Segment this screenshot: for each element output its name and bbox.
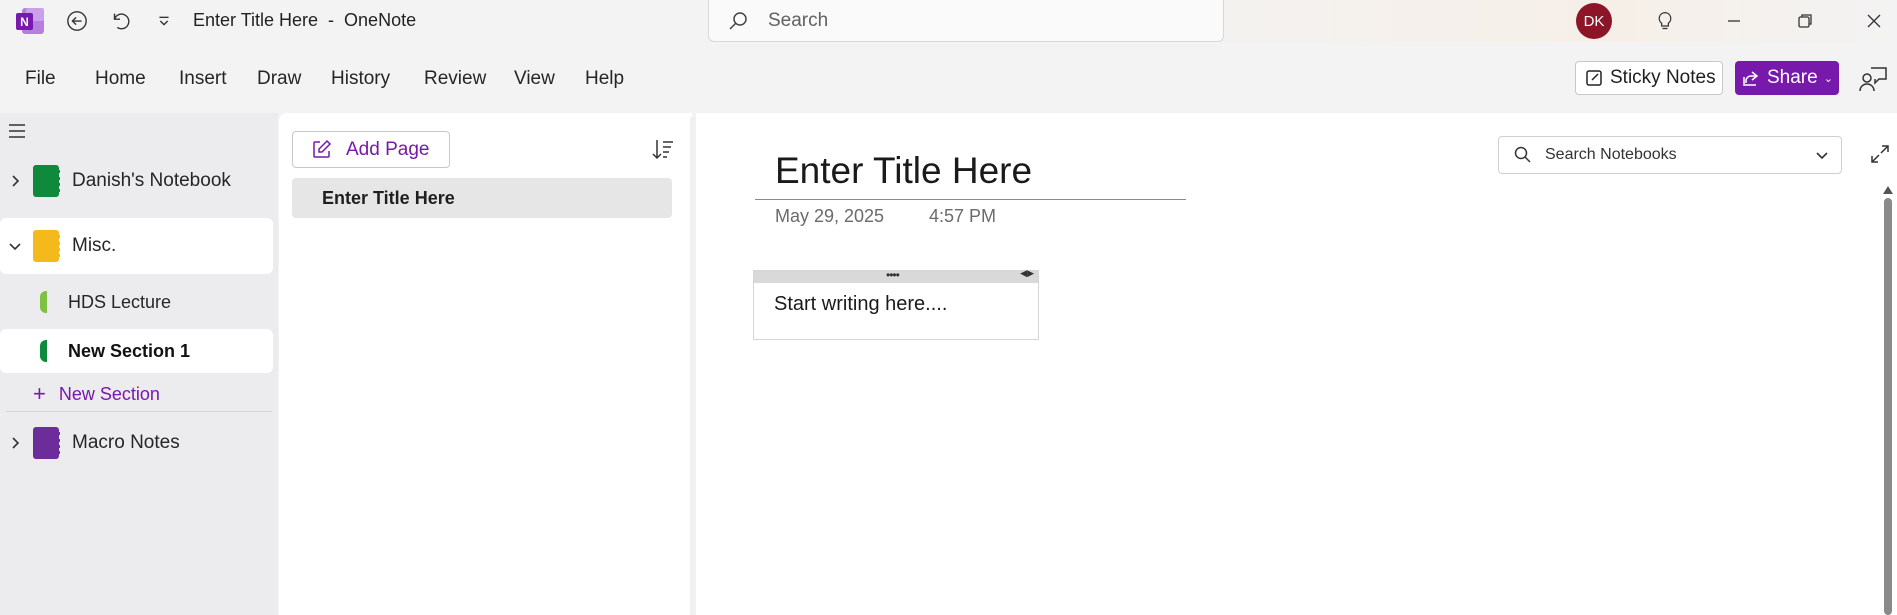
page-title[interactable]: Enter Title Here bbox=[775, 150, 1032, 192]
divider bbox=[6, 411, 272, 412]
user-avatar[interactable]: DK bbox=[1576, 3, 1612, 39]
sort-icon[interactable] bbox=[650, 136, 676, 162]
minimize-button[interactable] bbox=[1711, 0, 1757, 42]
chevron-right-icon bbox=[12, 175, 20, 187]
search-icon bbox=[729, 11, 747, 30]
menu-help[interactable]: Help bbox=[585, 68, 624, 90]
menu-review[interactable]: Review bbox=[424, 68, 486, 90]
window-title: Enter Title Here - OneNote bbox=[193, 10, 417, 30]
close-icon bbox=[1867, 14, 1881, 28]
sticky-notes-label: Sticky Notes bbox=[1610, 67, 1716, 88]
vertical-scrollbar[interactable] bbox=[1882, 186, 1894, 615]
note-container[interactable]: •••• ◀▶ Start writing here.... bbox=[753, 268, 1039, 340]
restore-icon bbox=[1798, 14, 1812, 28]
onenote-logo-icon: N bbox=[16, 8, 44, 34]
search-notebooks-field[interactable]: Search Notebooks bbox=[1498, 136, 1842, 174]
back-button[interactable] bbox=[61, 5, 93, 37]
svg-text:N: N bbox=[20, 15, 29, 29]
caret-down-icon bbox=[159, 16, 169, 26]
page-list-pane: Add Page Enter Title Here bbox=[279, 113, 692, 615]
section-color-tab bbox=[40, 291, 47, 313]
page-date: May 29, 2025 bbox=[775, 206, 885, 226]
minimize-icon bbox=[1728, 20, 1740, 22]
share-label: Share bbox=[1767, 67, 1818, 88]
customize-toolbar-button[interactable] bbox=[148, 5, 180, 37]
menu-history[interactable]: History bbox=[331, 68, 390, 90]
search-bar[interactable]: Search bbox=[708, 0, 1224, 42]
search-placeholder: Search bbox=[768, 9, 829, 31]
chevron-down-icon bbox=[9, 243, 21, 251]
section-color-tab bbox=[40, 340, 47, 362]
share-button[interactable]: Share ⌄ bbox=[1735, 61, 1839, 95]
notebook-misc[interactable]: Misc. bbox=[0, 218, 273, 274]
sticky-note-icon bbox=[1586, 70, 1602, 86]
notebook-icon bbox=[33, 230, 60, 262]
note-drag-handle[interactable]: •••• ◀▶ bbox=[754, 268, 1038, 283]
close-button[interactable] bbox=[1851, 0, 1897, 42]
notebook-navigation-pane: Danish's Notebook Misc. HDS Lecture New … bbox=[0, 113, 278, 615]
notebook-label: Misc. bbox=[72, 235, 117, 256]
new-section-button[interactable]: + New Section bbox=[33, 381, 160, 407]
section-hds-lecture[interactable]: HDS Lecture bbox=[0, 280, 273, 324]
chevron-down-icon: ⌄ bbox=[1823, 72, 1833, 85]
section-label: New Section 1 bbox=[68, 340, 191, 361]
menu-view[interactable]: View bbox=[514, 68, 555, 90]
notebook-macro-notes[interactable]: Macro Notes bbox=[0, 415, 273, 471]
back-arrow-icon bbox=[67, 11, 87, 31]
add-page-label: Add Page bbox=[346, 138, 430, 160]
menu-insert[interactable]: Insert bbox=[179, 68, 227, 90]
new-section-label: New Section bbox=[58, 383, 160, 404]
chevron-down-icon[interactable] bbox=[1815, 148, 1829, 162]
page-time: 4:57 PM bbox=[929, 206, 997, 226]
notebook-label: Macro Notes bbox=[72, 432, 180, 453]
expand-icon[interactable] bbox=[1869, 143, 1891, 165]
search-notebooks-placeholder: Search Notebooks bbox=[1545, 146, 1677, 163]
chevron-right-icon bbox=[12, 437, 20, 449]
lightbulb-icon bbox=[1658, 12, 1672, 30]
add-page-icon bbox=[313, 139, 332, 158]
section-new-section-1[interactable]: New Section 1 bbox=[0, 329, 273, 373]
notebook-danish[interactable]: Danish's Notebook bbox=[0, 153, 273, 209]
notebook-icon bbox=[33, 427, 60, 459]
sticky-notes-button[interactable]: Sticky Notes bbox=[1575, 61, 1723, 95]
tips-button[interactable] bbox=[1642, 0, 1688, 42]
undo-button[interactable] bbox=[104, 5, 136, 37]
feedback-icon[interactable] bbox=[1858, 64, 1888, 94]
notebook-label: Danish's Notebook bbox=[72, 170, 231, 191]
search-icon bbox=[1514, 146, 1531, 163]
resize-arrows-icon[interactable]: ◀▶ bbox=[1020, 268, 1034, 279]
note-text[interactable]: Start writing here.... bbox=[774, 293, 947, 316]
add-page-button[interactable]: Add Page bbox=[292, 131, 450, 168]
page-item-enter-title[interactable]: Enter Title Here bbox=[292, 178, 672, 218]
page-canvas[interactable]: Enter Title Here May 29, 2025 4:57 PM ••… bbox=[696, 113, 1897, 615]
restore-button[interactable] bbox=[1782, 0, 1828, 42]
menu-draw[interactable]: Draw bbox=[257, 68, 301, 90]
title-underline bbox=[755, 199, 1186, 200]
plus-icon: + bbox=[33, 381, 46, 406]
title-bar: N Enter Title Here - OneNote Search DK bbox=[0, 0, 1897, 42]
menu-home[interactable]: Home bbox=[95, 68, 146, 90]
hamburger-menu-icon[interactable] bbox=[7, 123, 27, 139]
scroll-up-icon[interactable] bbox=[1883, 186, 1893, 194]
drag-dots-icon: •••• bbox=[886, 268, 900, 282]
share-icon bbox=[1743, 71, 1759, 86]
section-label: HDS Lecture bbox=[68, 291, 172, 312]
menu-file[interactable]: File bbox=[25, 68, 56, 90]
scrollbar-thumb[interactable] bbox=[1884, 198, 1892, 615]
undo-icon bbox=[113, 13, 130, 30]
notebook-icon bbox=[33, 165, 60, 197]
